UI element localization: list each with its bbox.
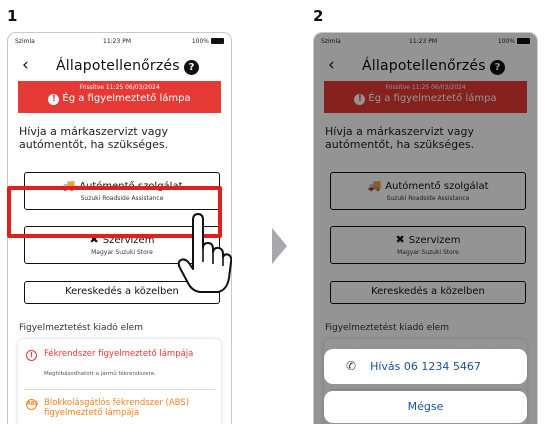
instruction-text: Hívja a márkaszervizt vagy autómentőt, h…	[19, 125, 169, 151]
help-icon[interactable]: ?	[184, 60, 199, 75]
warning-alert-banner: Frissítve 11:25 06/03/2024 ! Ég a figyelm…	[18, 81, 221, 113]
abs-warning-icon: ABS	[26, 399, 38, 410]
alert-updated-time: Frissítve 11:25 06/03/2024	[79, 84, 160, 91]
phone-screen-step-2: Szimla 11:23 PM 100% ‹ Állapotellenőrzés…	[313, 32, 538, 424]
section-label: Figyelmeztetést kiadó elem	[19, 323, 143, 333]
battery-percent: 100%	[191, 38, 209, 45]
status-bar: Szimla 11:23 PM 100%	[8, 33, 231, 49]
next-step-arrow-icon	[272, 228, 287, 264]
clock: 11:23 PM	[103, 38, 131, 45]
warning-list-card: ! Fékrendszer figyelmeztető lámpája Megh…	[18, 339, 221, 424]
cancel-label: Mégse	[407, 400, 444, 413]
carrier-label: Szimla	[15, 38, 35, 45]
phone-icon: ✆	[346, 359, 357, 373]
alert-message: Ég a figyelmeztető lámpa	[62, 93, 191, 104]
warning-description: Meghibásodhatott a jármű fékrendszere.	[44, 371, 156, 377]
back-chevron-icon[interactable]: ‹	[22, 57, 29, 74]
page-title: Állapotellenőrzés	[56, 58, 180, 74]
warning-title: Fékrendszer figyelmeztető lámpája	[44, 349, 194, 359]
nav-bar: ‹ Állapotellenőrzés ?	[8, 55, 231, 75]
cancel-button[interactable]: Mégse	[324, 391, 527, 423]
divider	[24, 389, 215, 390]
step-number-1: 1	[7, 7, 18, 25]
call-button[interactable]: ✆ Hívás 06 1234 5467	[324, 349, 527, 384]
battery-icon	[211, 38, 224, 44]
pointing-hand-icon	[177, 213, 232, 293]
step-number-2: 2	[313, 7, 324, 25]
exclamation-icon: !	[48, 94, 60, 105]
call-label: Hívás 06 1234 5467	[370, 360, 481, 373]
warning-title: Blokkolásgátlós fékrendszer (ABS) figyel…	[44, 398, 190, 418]
brake-warning-icon: !	[26, 350, 37, 361]
